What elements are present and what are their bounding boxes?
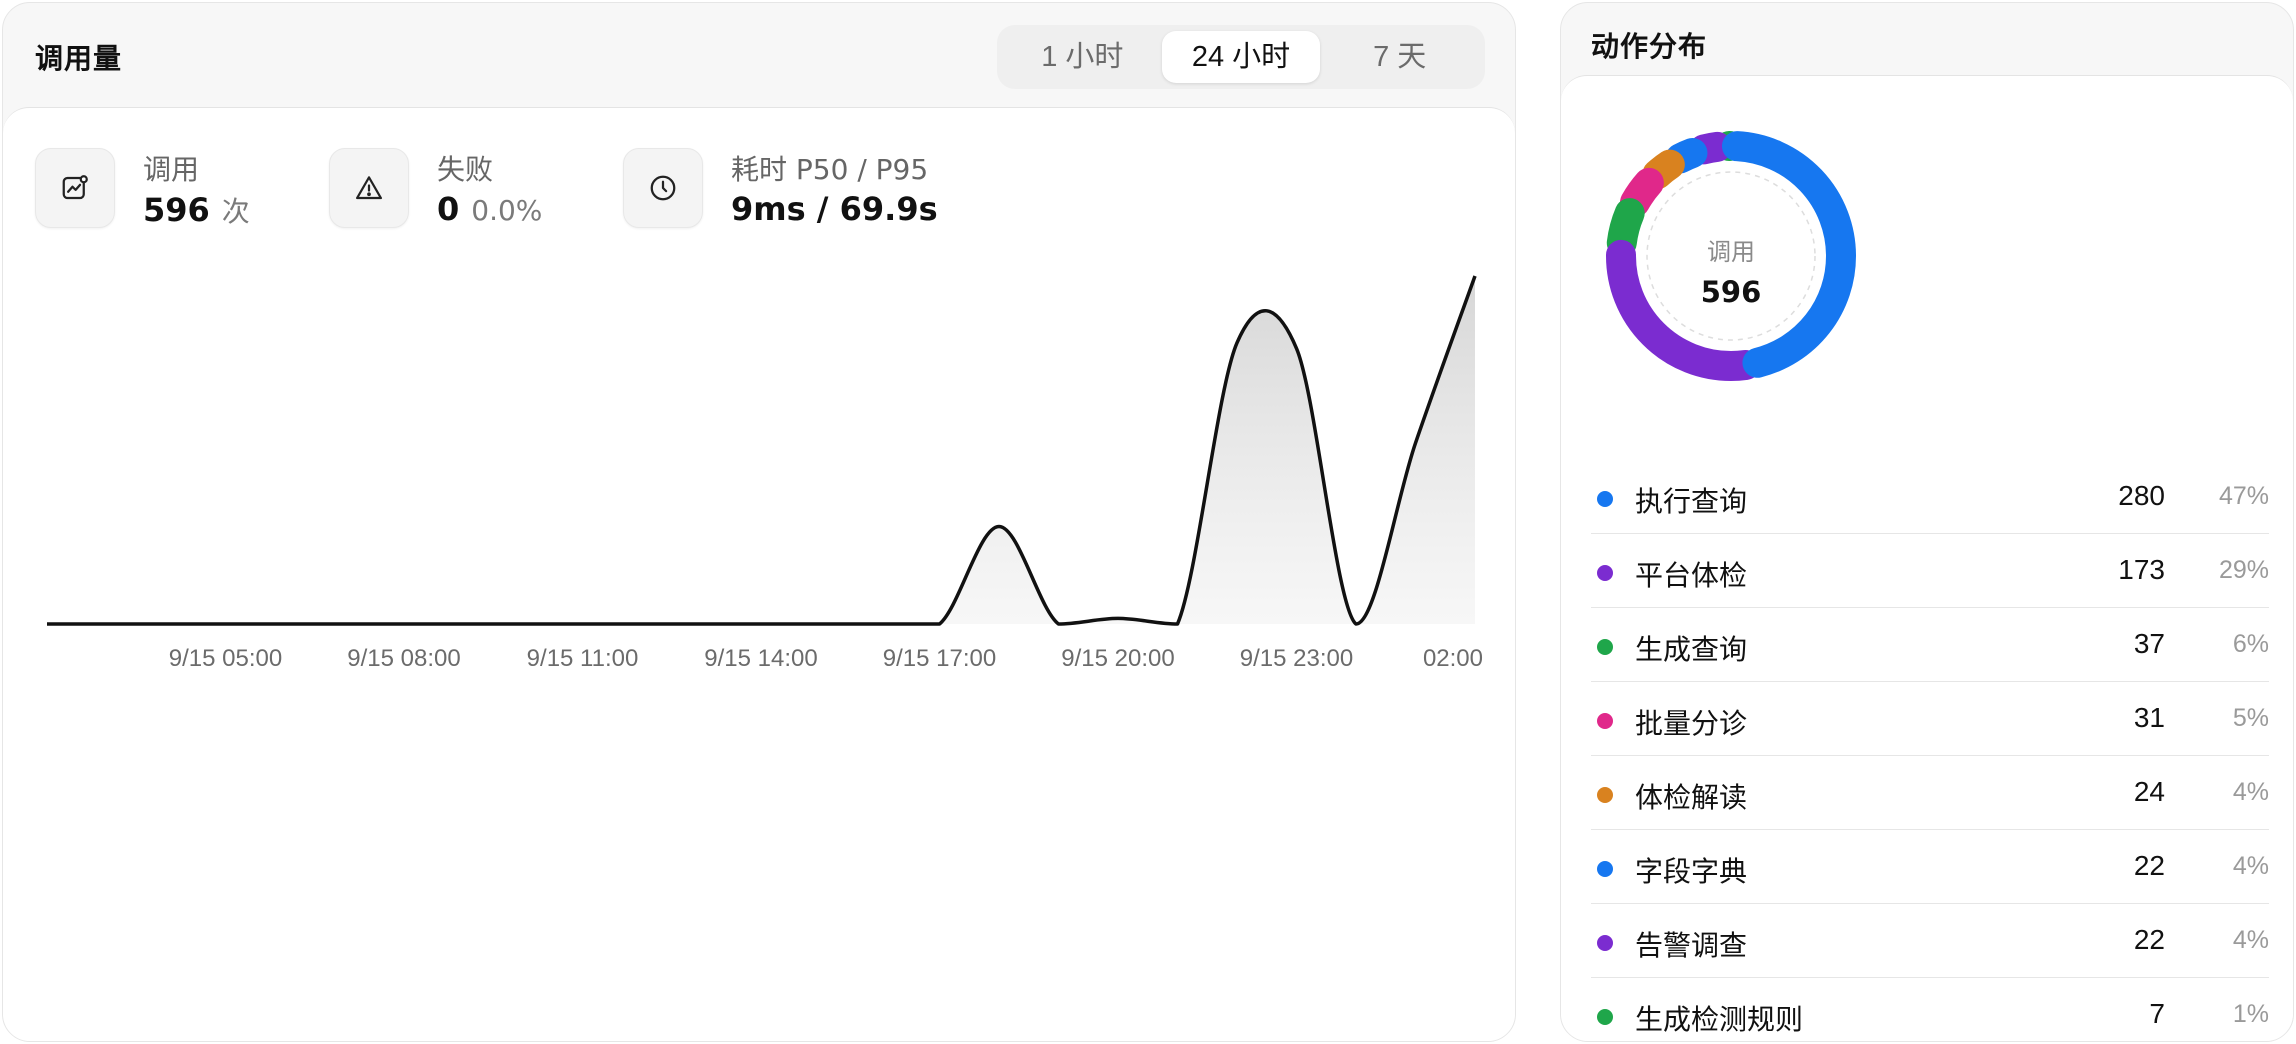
legend-count: 280 (2118, 480, 2165, 511)
x-tick-label: 02:00 (1423, 645, 1483, 672)
legend-count: 24 (2133, 776, 2165, 807)
distribution-panel: 调用 596 执行查询 280 47% 平台体检 173 29% 生成查询 37 6% 批量分诊 3… (1561, 75, 2293, 1041)
legend-name: 生成查询 (1635, 633, 1748, 666)
usage-area-chart: 9/15 05:00 9/15 08:00 9/15 11:00 9/15 14:00… (46, 275, 1483, 672)
legend-name: 平台体检 (1635, 559, 1748, 592)
donut-center-label: 调用 (1707, 238, 1755, 266)
legend-item[interactable]: 平台体检 173 29% (1591, 534, 2269, 608)
time-range-toggle: 1 小时 24 小时 7 天 (997, 25, 1485, 89)
range-24h-button[interactable]: 24 小时 (1161, 31, 1321, 83)
legend-count: 31 (2133, 702, 2165, 733)
legend-item[interactable]: 生成检测规则 7 1% (1591, 978, 2269, 1041)
usage-card: 调用量 1 小时 24 小时 7 天 调用 596 次 失败 0 0.0% 耗时… (2, 2, 1516, 1042)
legend-percent: 4% (2232, 926, 2269, 954)
legend-dot (1597, 491, 1613, 507)
action-legend: 执行查询 280 47% 平台体检 173 29% 生成查询 37 6% 批量分诊 31 5% 体检解读… (1591, 460, 2269, 1041)
x-tick-label: 9/15 14:00 (704, 645, 817, 672)
legend-percent: 4% (2232, 852, 2269, 880)
legend-count: 22 (2133, 924, 2165, 955)
legend-count: 22 (2133, 850, 2165, 881)
legend-dot (1597, 787, 1613, 803)
legend-item[interactable]: 字段字典 22 4% (1591, 830, 2269, 904)
legend-dot (1597, 935, 1613, 951)
legend-name: 体检解读 (1635, 781, 1748, 814)
legend-name: 告警调查 (1635, 929, 1748, 962)
legend-item[interactable]: 执行查询 280 47% (1591, 460, 2269, 534)
legend-percent: 47% (2218, 482, 2269, 510)
x-tick-label: 9/15 23:00 (1240, 645, 1353, 672)
legend-count: 173 (2118, 554, 2165, 585)
series-area (47, 276, 1475, 624)
legend-dot (1597, 639, 1613, 655)
legend-dot (1597, 713, 1613, 729)
legend-item[interactable]: 体检解读 24 4% (1591, 756, 2269, 830)
legend-percent: 4% (2232, 778, 2269, 806)
donut-center-value: 596 (1701, 275, 1762, 309)
legend-count: 7 (2149, 998, 2165, 1029)
legend-dot (1597, 1009, 1613, 1025)
legend-item[interactable]: 生成查询 37 6% (1591, 608, 2269, 682)
x-tick-label: 9/15 11:00 (527, 645, 639, 672)
legend-dot (1597, 565, 1613, 581)
action-donut-chart: 调用 596 (1606, 131, 1856, 381)
x-tick-label: 9/15 17:00 (883, 645, 996, 672)
legend-percent: 6% (2232, 630, 2269, 658)
usage-panel: 调用 596 次 失败 0 0.0% 耗时 P50 / P95 9ms / 69… (3, 107, 1515, 1041)
x-tick-label: 9/15 05:00 (169, 645, 282, 672)
range-7d-button[interactable]: 7 天 (1320, 31, 1479, 83)
legend-name: 生成检测规则 (1635, 1003, 1804, 1036)
legend-name: 批量分诊 (1635, 707, 1748, 740)
legend-item[interactable]: 批量分诊 31 5% (1591, 682, 2269, 756)
distribution-card: 动作分布 调用 596 执行查询 280 47% 平台体检 173 29% 生成查询 37 6%… (1560, 2, 2294, 1042)
range-1h-button[interactable]: 1 小时 (1003, 31, 1162, 83)
legend-dot (1597, 861, 1613, 877)
x-tick-label: 9/15 08:00 (347, 645, 460, 672)
legend-count: 37 (2133, 628, 2165, 659)
legend-percent: 5% (2232, 704, 2269, 732)
legend-name: 执行查询 (1635, 485, 1748, 518)
legend-percent: 1% (2232, 1000, 2269, 1028)
x-tick-label: 9/15 20:00 (1061, 645, 1174, 672)
legend-percent: 29% (2218, 556, 2269, 584)
legend-name: 字段字典 (1635, 855, 1748, 888)
distribution-title: 动作分布 (1591, 30, 1708, 63)
legend-item[interactable]: 告警调查 22 4% (1591, 904, 2269, 978)
usage-title: 调用量 (35, 42, 123, 75)
